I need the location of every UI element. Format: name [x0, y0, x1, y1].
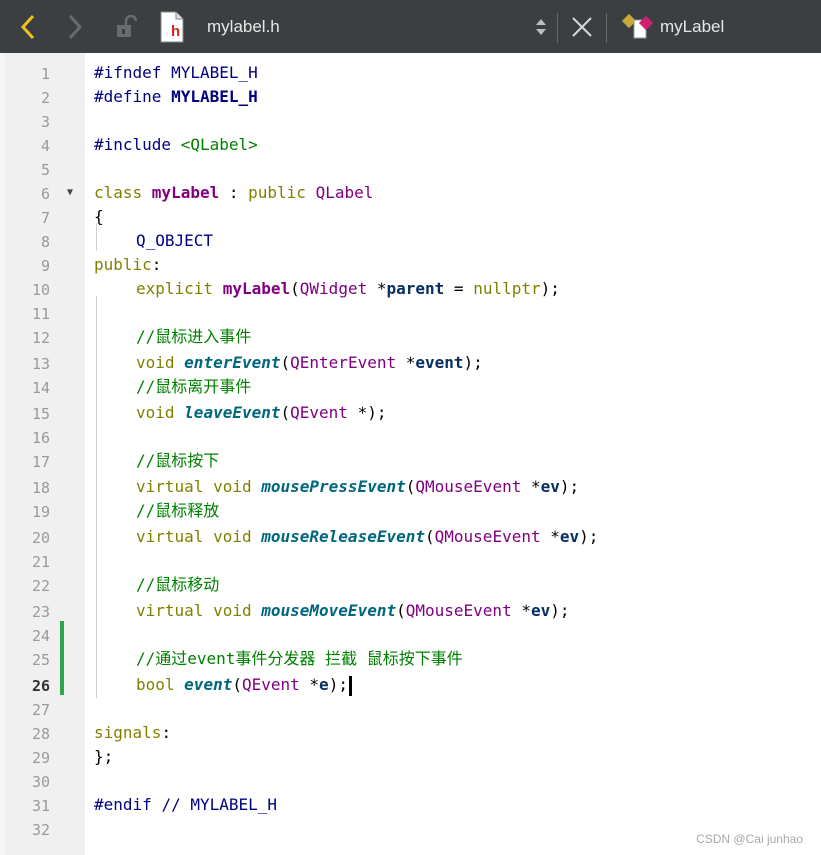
code-line-1: #ifndef MYLABEL_H — [94, 63, 258, 82]
code-line-2: #define MYLABEL_H — [94, 87, 258, 106]
change-marker — [60, 621, 64, 695]
line-number: 11 — [31, 305, 50, 323]
code-line-31: #endif // MYLABEL_H — [94, 795, 278, 814]
line-number: 27 — [31, 701, 50, 719]
watermark: CSDN @Cai junhao — [696, 832, 803, 846]
line-number: 13 — [31, 355, 50, 373]
code-line-17: //鼠标按下 — [136, 451, 220, 470]
toolbar-separator — [557, 13, 558, 43]
line-number: 1 — [40, 65, 50, 83]
line-number: 5 — [40, 161, 50, 179]
code-line-20: virtual void mouseReleaseEvent(QMouseEve… — [136, 527, 599, 546]
line-number: 23 — [31, 603, 50, 621]
line-number: 8 — [40, 233, 50, 251]
code-line-19: //鼠标释放 — [136, 501, 220, 520]
line-number: 7 — [40, 209, 50, 227]
line-number: 25 — [31, 651, 50, 669]
line-number: 15 — [31, 405, 50, 423]
class-selector-label[interactable]: myLabel — [660, 17, 724, 37]
editor-toolbar: h mylabel.h myLabel — [0, 0, 821, 53]
close-icon[interactable] — [567, 10, 597, 44]
line-number: 17 — [31, 453, 50, 471]
class-icon — [620, 10, 656, 44]
back-arrow-icon[interactable] — [13, 10, 43, 44]
line-number: 18 — [31, 479, 50, 497]
line-number: 19 — [31, 503, 50, 521]
line-number: 6 — [40, 185, 50, 203]
line-number: 22 — [31, 577, 50, 595]
line-number-current: 26 — [31, 677, 50, 695]
lock-icon[interactable] — [110, 10, 140, 44]
toolbar-separator — [606, 13, 607, 43]
code-line-18: virtual void mousePressEvent(QMouseEvent… — [136, 477, 580, 496]
code-line-12: //鼠标进入事件 — [136, 327, 252, 346]
header-file-letter: h — [171, 23, 181, 40]
code-line-7: { — [94, 207, 104, 226]
code-line-15: void leaveEvent(QEvent *); — [136, 403, 387, 422]
forward-arrow-icon[interactable] — [60, 10, 90, 44]
line-number-gutter: 1 2 3 4 5 6 7 8 9 10 11 12 13 14 15 16 1… — [5, 53, 85, 855]
header-file-icon: h — [157, 10, 187, 44]
line-number: 4 — [40, 137, 50, 155]
line-number: 28 — [31, 725, 50, 743]
code-line-26: bool event(QEvent *e); — [136, 675, 352, 696]
code-line-8: Q_OBJECT — [136, 231, 214, 250]
fold-arrow-icon[interactable]: ▼ — [67, 187, 73, 198]
line-number: 12 — [31, 329, 50, 347]
code-editor[interactable]: #ifndef MYLABEL_H #define MYLABEL_H #inc… — [85, 53, 821, 855]
line-number: 14 — [31, 379, 50, 397]
line-number: 10 — [31, 281, 50, 299]
code-line-13: void enterEvent(QEnterEvent *event); — [136, 353, 483, 372]
line-number: 20 — [31, 529, 50, 547]
line-number: 24 — [31, 627, 50, 645]
updown-icon[interactable] — [527, 10, 555, 44]
code-line-9: public: — [94, 255, 162, 274]
line-number: 30 — [31, 773, 50, 791]
line-number: 21 — [31, 553, 50, 571]
code-line-14: //鼠标离开事件 — [136, 377, 252, 396]
line-number: 31 — [31, 797, 50, 815]
line-number: 32 — [31, 821, 50, 839]
indent-guide — [96, 223, 97, 251]
file-name-label[interactable]: mylabel.h — [207, 17, 280, 37]
code-line-23: virtual void mouseMoveEvent(QMouseEvent … — [136, 601, 570, 620]
text-cursor — [348, 675, 352, 696]
line-number: 2 — [40, 89, 50, 107]
indent-guide — [96, 296, 97, 698]
code-line-28: signals: — [94, 723, 172, 742]
code-line-4: #include <QLabel> — [94, 135, 258, 154]
line-number: 16 — [31, 429, 50, 447]
line-number: 3 — [40, 113, 50, 131]
code-line-29: }; — [94, 747, 114, 766]
code-line-6: class myLabel : public QLabel — [94, 183, 374, 202]
line-number: 29 — [31, 749, 50, 767]
code-line-25: //通过event事件分发器 拦截 鼠标按下事件 — [136, 649, 463, 668]
code-line-10: explicit myLabel(QWidget *parent = nullp… — [136, 279, 560, 298]
code-line-22: //鼠标移动 — [136, 575, 220, 594]
line-number: 9 — [40, 257, 50, 275]
